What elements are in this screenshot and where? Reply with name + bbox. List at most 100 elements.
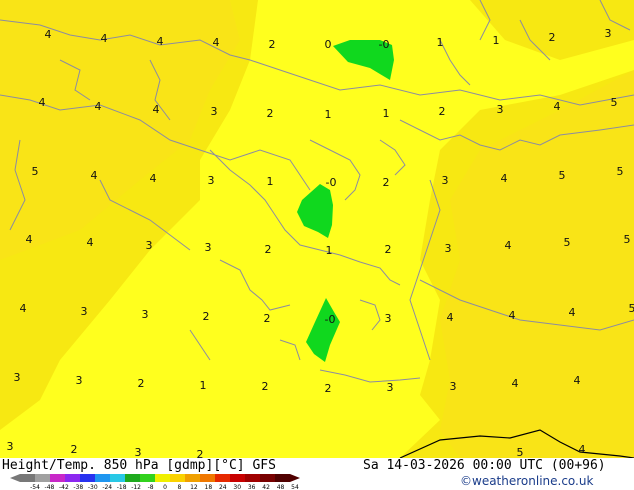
contour-label: 3 [146,239,153,252]
legend-tick-label: -38 [73,484,83,490]
legend-swatch [155,474,170,482]
contour-label: 1 [326,244,333,257]
contour-label: 2 [439,105,446,118]
contour-label: 3 [211,105,218,118]
contour-label: 3 [387,381,394,394]
contour-label: 2 [549,31,556,44]
contour-label: 2 [267,107,274,120]
contour-label: 2 [138,377,145,390]
legend-arrow-left [10,474,20,482]
legend-swatch [95,474,110,482]
legend-swatch [110,474,125,482]
map-title: Height/Temp. 850 hPa [gdmp][°C] GFS [2,458,276,473]
legend-swatch [20,474,35,482]
legend-swatch [275,474,290,482]
legend-swatch [50,474,65,482]
contour-label: 3 [605,27,612,40]
contour-label: 3 [142,308,149,321]
contour-label: 4 [447,311,454,324]
contour-label: 4 [91,169,98,182]
legend-tick-label: 36 [248,484,256,490]
legend-swatch [125,474,140,482]
contour-label: 1 [325,108,332,121]
contour-label: 2 [264,312,271,325]
legend-tick-label: 54 [291,484,299,490]
contour-label: 4 [26,233,33,246]
contour-label: 1 [493,34,500,47]
legend-swatch [80,474,95,482]
legend-swatch [35,474,50,482]
legend-ticks: -54 -48 -42 -38 -30 -24 -18 -12 -8 0 8 12 18 24 30 36 42… [30,484,299,490]
legend-tick-label: -48 [45,484,55,490]
contour-label: 5 [559,169,566,182]
contour-label: 2 [385,243,392,256]
legend-swatch [65,474,80,482]
legend-arrow-right [290,474,300,482]
legend-tick-label: 24 [219,484,227,490]
contour-label: 5 [32,165,39,178]
contour-label: 2 [197,448,204,458]
legend-swatch [245,474,260,482]
contour-label: 1 [267,175,274,188]
legend-tick-label: -54 [30,484,40,490]
contour-label: 3 [7,440,14,453]
contour-label: 1 [437,36,444,49]
contour-label: 3 [81,305,88,318]
legend-tick-label: 18 [205,484,213,490]
contour-label: 4 [512,377,519,390]
legend-swatch [170,474,185,482]
contour-label: 0 [325,38,332,51]
contour-label: 1 [200,379,207,392]
contour-label: 3 [497,103,504,116]
contour-label: 3 [208,174,215,187]
contour-label: 4 [101,32,108,45]
contour-label: 5 [517,446,524,458]
contour-label: 3 [442,174,449,187]
contour-label: 2 [269,38,276,51]
legend-tick-label: -30 [88,484,98,490]
legend-swatch [230,474,245,482]
legend-tick-label: 0 [163,484,167,490]
legend-swatch [260,474,275,482]
contour-label: 3 [14,371,21,384]
contour-label: 1 [383,107,390,120]
contour-label: 4 [95,100,102,113]
contour-label: 5 [611,96,618,109]
contour-label: 2 [262,380,269,393]
contour-label: -0 [326,176,337,189]
contour-label: 3 [76,374,83,387]
contour-label: -0 [379,38,390,51]
legend-bar [10,474,300,482]
contour-label: 5 [617,165,624,178]
legend-tick-label: 48 [277,484,285,490]
legend-swatch [140,474,155,482]
legend-tick-label: -18 [117,484,127,490]
contour-label: 4 [574,374,581,387]
contour-label: 5 [629,302,634,315]
contour-label: 2 [203,310,210,323]
contour-label: 5 [564,236,571,249]
legend-swatch [215,474,230,482]
weather-map: 4 4 4 4 2 0 -0 1 1 2 3 4 4 4 3 2 1 1 2 3 4 5 5 4 4 3 1 -0 2 3 4 5 5 4 4 3 3 2… [0,0,634,458]
contour-label: 3 [450,380,457,393]
legend-tick-label: 12 [190,484,198,490]
legend-tick-label: 42 [262,484,270,490]
site-credit[interactable]: ©weatheronline.co.uk [460,474,593,488]
contour-label: 4 [579,443,586,456]
contour-label: 4 [569,306,576,319]
legend-swatch [200,474,215,482]
contour-label: 4 [509,309,516,322]
contour-label: 4 [150,172,157,185]
contour-label: 3 [445,242,452,255]
contour-label: 4 [45,28,52,41]
contour-label: 4 [554,100,561,113]
contour-label: 2 [325,382,332,395]
contour-label: 4 [20,302,27,315]
legend-swatch [185,474,200,482]
legend-tick-label: -12 [131,484,141,490]
contour-label: 4 [87,236,94,249]
contour-label: 2 [71,443,78,456]
legend-tick-label: -8 [148,484,154,490]
footer: -54 -48 -42 -38 -30 -24 -18 -12 -8 0 8 12 18 24 30 36 42… [0,458,634,490]
contour-label: 4 [39,96,46,109]
